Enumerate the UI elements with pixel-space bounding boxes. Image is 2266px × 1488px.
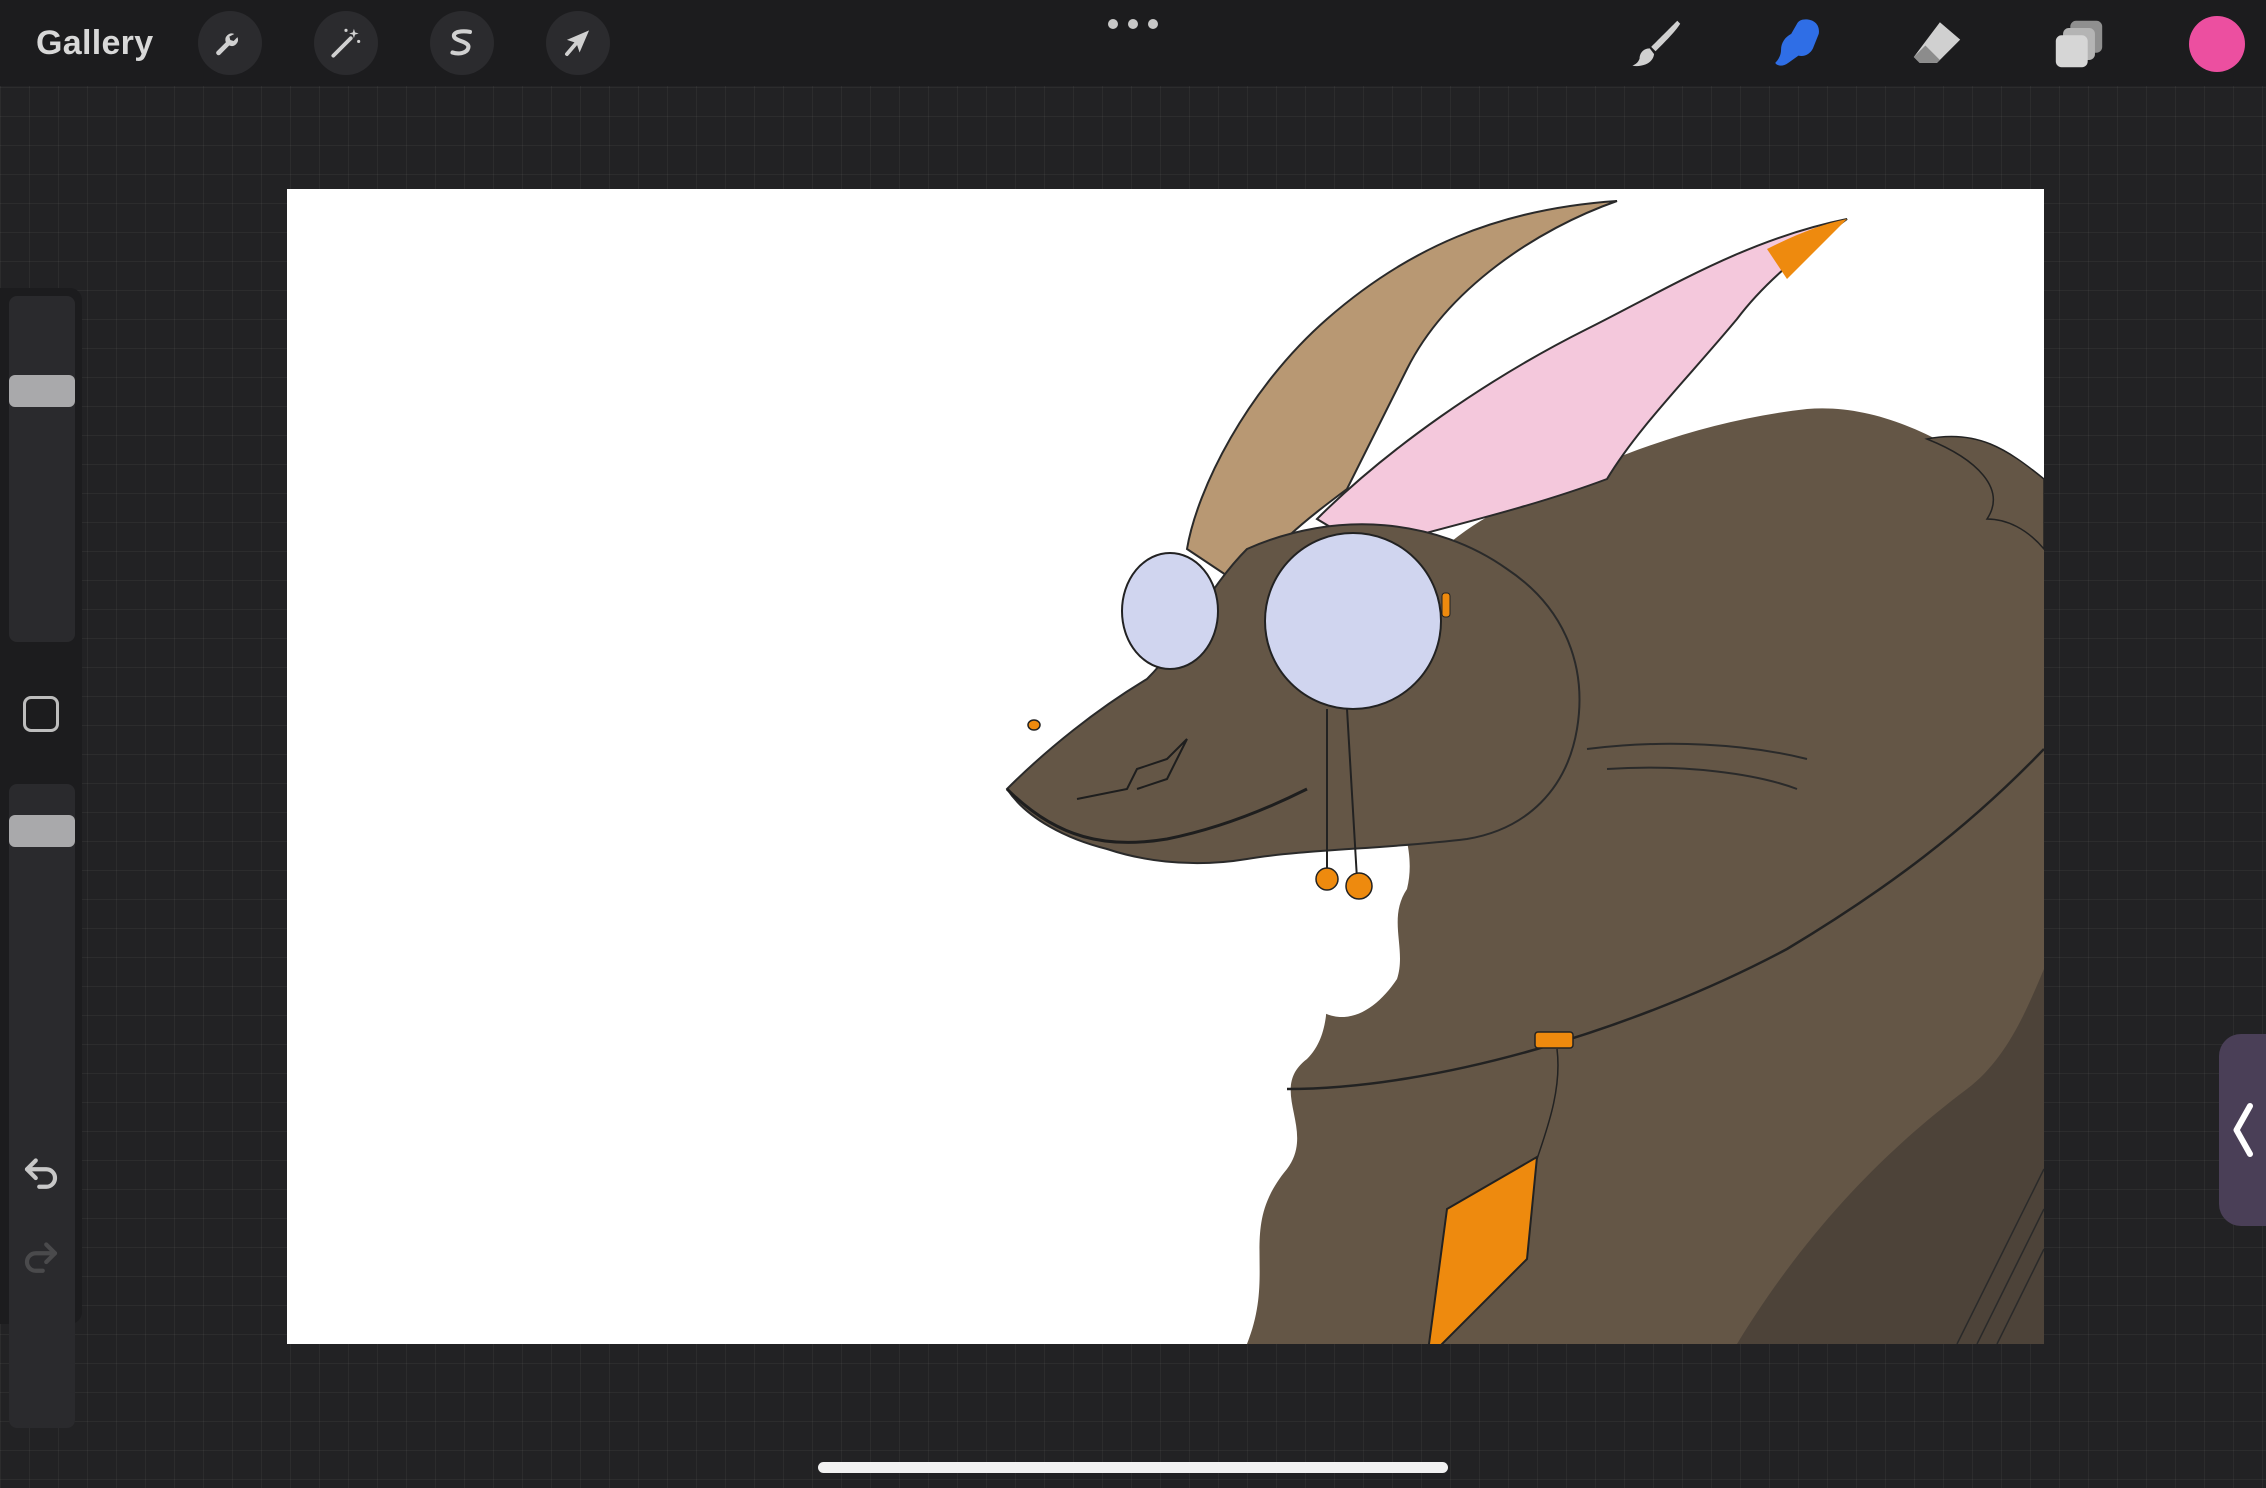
eraser-tool[interactable] [1906, 14, 1968, 74]
arrow-cursor-icon [565, 30, 590, 56]
wolf-character-artwork [1005, 200, 2044, 1344]
modify-button[interactable] [23, 696, 59, 732]
wrench-icon [216, 33, 238, 56]
top-toolbar: Gallery [0, 0, 2266, 86]
chevron-left-icon [2233, 1103, 2253, 1157]
drawing-canvas[interactable] [287, 189, 2044, 1344]
glasses-hinge [1441, 592, 1451, 618]
opacity-slider[interactable] [9, 784, 75, 1428]
more-options-button[interactable] [1108, 15, 1158, 33]
collar-buckle [1534, 1031, 1574, 1049]
brush-tool[interactable] [1626, 14, 1688, 74]
opacity-thumb[interactable] [9, 815, 75, 847]
gallery-button[interactable]: Gallery [36, 20, 153, 66]
smudge-finger-icon [1775, 19, 1819, 66]
actions-button[interactable] [198, 11, 262, 75]
glasses-lens-small [1121, 552, 1219, 670]
chain-bead [1345, 872, 1373, 900]
redo-icon [24, 1242, 58, 1273]
brush-size-slider[interactable] [9, 296, 75, 642]
undo-button[interactable] [20, 1150, 62, 1192]
magic-wand-icon [331, 28, 361, 58]
layers-icon [2055, 20, 2103, 68]
side-panel-handle[interactable] [2219, 1034, 2266, 1226]
adjustments-button[interactable] [314, 11, 378, 75]
dot-icon [1128, 19, 1138, 29]
brush-icon [1632, 20, 1681, 67]
selection-s-icon [450, 29, 472, 56]
dot-icon [1108, 19, 1118, 29]
home-indicator[interactable] [818, 1462, 1448, 1473]
selection-button[interactable] [430, 11, 494, 75]
dot-icon [1148, 19, 1158, 29]
color-picker-swatch[interactable] [2189, 16, 2245, 72]
left-sidebar [0, 288, 82, 1428]
redo-button[interactable] [20, 1234, 62, 1276]
brush-size-thumb[interactable] [9, 375, 75, 407]
layers-button[interactable] [2048, 14, 2110, 74]
chain-bead [1315, 867, 1339, 891]
nose [1027, 719, 1041, 731]
smudge-tool[interactable] [1766, 14, 1828, 74]
eraser-icon [1913, 22, 1961, 63]
transform-button[interactable] [546, 11, 610, 75]
undo-icon [24, 1158, 58, 1189]
glasses-lens-large [1264, 532, 1442, 710]
procreate-app: Gallery [0, 0, 2266, 1488]
